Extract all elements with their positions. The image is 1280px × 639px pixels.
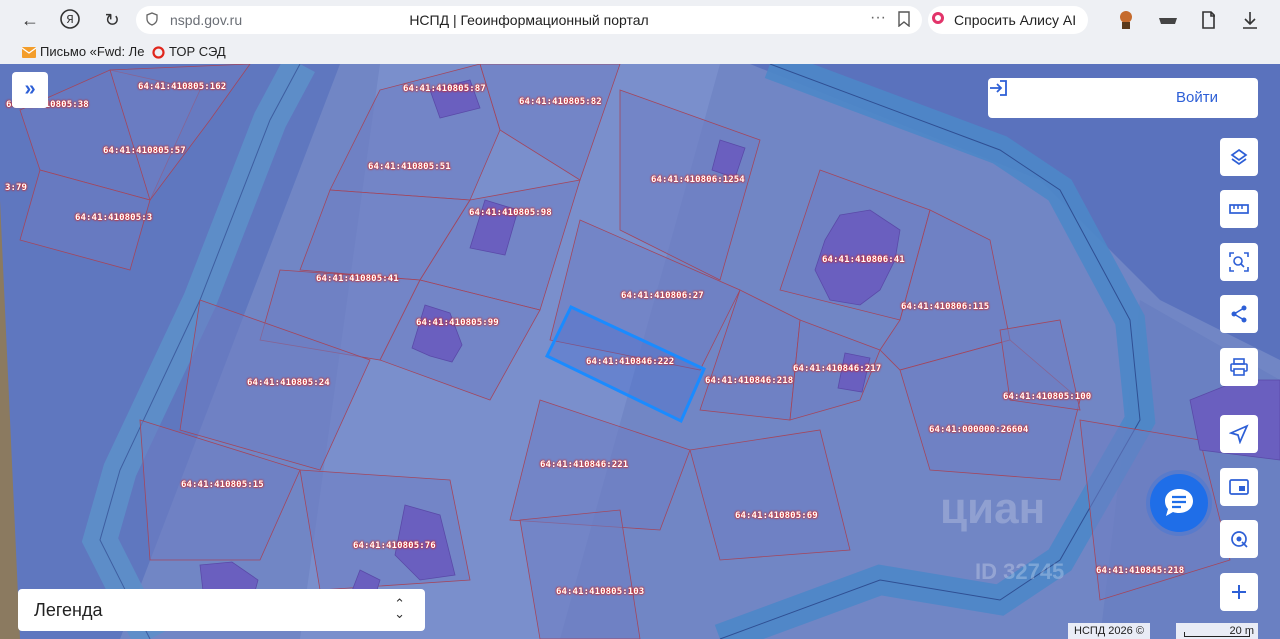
download-icon[interactable] [1238, 8, 1262, 32]
cadastral-map [0, 64, 1280, 639]
locate-button[interactable] [1220, 415, 1258, 453]
search-area-icon [1229, 252, 1249, 272]
legend-select[interactable]: Легенда ⌃ ⌄ [18, 589, 425, 631]
bookmark-icon[interactable] [898, 11, 910, 27]
share-button[interactable] [1220, 295, 1258, 333]
search-area-button[interactable] [1220, 243, 1258, 281]
parcel-label[interactable]: 64:41:410805:69 [735, 511, 818, 521]
alice-icon [932, 12, 944, 24]
scale-line [1184, 632, 1250, 637]
browser-toolbar: ← Я ↻ nspd.gov.ru НСПД | Геоинформационн… [0, 0, 1280, 40]
parcel-label[interactable]: 64:41:410846:221 [540, 460, 628, 470]
print-button[interactable] [1220, 348, 1258, 386]
selected-parcel-label[interactable]: 64:41:410846:222 [586, 357, 674, 367]
parcel-label[interactable]: 64:41:410806:1254 [651, 175, 745, 185]
zoom-in-icon [1232, 585, 1246, 599]
ruler-button[interactable] [1220, 190, 1258, 228]
collections-icon[interactable] [1198, 8, 1222, 32]
extension-icon[interactable] [1114, 8, 1138, 32]
cian-watermark: циан [940, 484, 1046, 533]
share-icon [1231, 305, 1247, 323]
mail-icon [22, 47, 36, 59]
bookmark-item-tor-sed[interactable]: ТОР СЭД [152, 44, 226, 59]
alice-label: Спросить Алису AI [954, 12, 1077, 28]
geo-target-icon [1231, 531, 1248, 548]
chevron-up-down-icon: ⌃ ⌄ [394, 596, 405, 621]
parcel-label[interactable]: 64:41:410805:57 [103, 146, 186, 156]
browser-chrome: ← Я ↻ nspd.gov.ru НСПД | Геоинформационн… [0, 0, 1280, 64]
locate-icon [1229, 424, 1249, 444]
attribution: НСПД 2026 © [1068, 623, 1150, 639]
circle-icon [152, 46, 165, 59]
parcel-label[interactable]: 64:41:410805:76 [353, 541, 436, 551]
parcel-label[interactable]: 64:41:000000:26604 [929, 425, 1028, 435]
map-canvas[interactable]: 64:41:410805:38 64:41:410805:162 64:41:4… [0, 64, 1280, 639]
address-bar[interactable]: nspd.gov.ru НСПД | Геоинформационный пор… [136, 6, 922, 34]
parcel-label[interactable]: 64:41:410805:98 [469, 208, 552, 218]
downloads-shelf-icon[interactable] [1156, 8, 1180, 32]
login-button[interactable]: Войти [988, 78, 1258, 118]
svg-text:Я: Я [66, 13, 74, 26]
scale-bar: 20 m [1176, 623, 1258, 639]
legend-label: Легенда [34, 600, 103, 620]
parcel-label[interactable]: 64:41:410805:51 [368, 162, 451, 172]
chat-button[interactable] [1150, 474, 1208, 532]
minimap-button[interactable] [1220, 468, 1258, 506]
login-label: Войти [1176, 89, 1218, 106]
alice-button[interactable]: Спросить Алису AI [928, 6, 1088, 34]
parcel-label[interactable]: 64:41:410846:217 [793, 364, 881, 374]
print-icon [1230, 358, 1248, 376]
parcel-label[interactable]: 64:41:410805:15 [181, 480, 264, 490]
double-chevron-right-icon: » [24, 78, 36, 100]
more-icon[interactable]: ··· [870, 9, 886, 27]
expand-panel-button[interactable]: » [12, 72, 48, 108]
parcel-label[interactable]: 64:41:410845:218 [1096, 566, 1184, 576]
parcel-label[interactable]: 64:41:410846:218 [705, 376, 793, 386]
ruler-icon [1229, 204, 1249, 214]
zoom-in-button[interactable] [1220, 573, 1258, 611]
parcel-label[interactable]: 64:41:410805:100 [1003, 392, 1091, 402]
parcel-label[interactable]: 64:41:410805:3 [75, 213, 152, 223]
parcel-label[interactable]: 64:41:410805:99 [416, 318, 499, 328]
parcel-label[interactable]: 64:41:410805:103 [556, 587, 644, 597]
parcel-label[interactable]: 64:41:410805:82 [519, 97, 602, 107]
parcel-label[interactable]: 64:41:410806:27 [621, 291, 704, 301]
parcel-label[interactable]: 64:41:410805:87 [403, 84, 486, 94]
parcel-label[interactable]: 64:41:410805:162 [138, 82, 226, 92]
parcel-label[interactable]: 64:41:410805:24 [247, 378, 330, 388]
layers-icon [1230, 148, 1248, 166]
geo-target-button[interactable] [1220, 520, 1258, 558]
parcel-label[interactable]: 64:41:410805:41 [316, 274, 399, 284]
reload-icon[interactable]: ↻ [100, 8, 124, 32]
bookmarks-bar: Письмо «Fwd: Ле ТОР СЭД [0, 40, 1280, 64]
bookmark-item-mail[interactable]: Письмо «Fwd: Ле [22, 44, 144, 59]
cian-watermark-id: ID 32745 [975, 559, 1065, 584]
login-icon [990, 80, 1007, 96]
chat-icon [1165, 489, 1193, 516]
parcel-label[interactable]: 64:41:410806:115 [901, 302, 989, 312]
back-arrow-icon[interactable]: ← [18, 8, 42, 32]
yandex-logo-icon[interactable]: Я [58, 8, 82, 32]
layers-button[interactable] [1220, 138, 1258, 176]
minimap-icon [1229, 479, 1249, 495]
page-title: НСПД | Геоинформационный портал [409, 12, 649, 28]
parcel-label[interactable]: 3:79 [5, 183, 27, 193]
parcel-label[interactable]: 64:41:410806:41 [822, 255, 905, 265]
